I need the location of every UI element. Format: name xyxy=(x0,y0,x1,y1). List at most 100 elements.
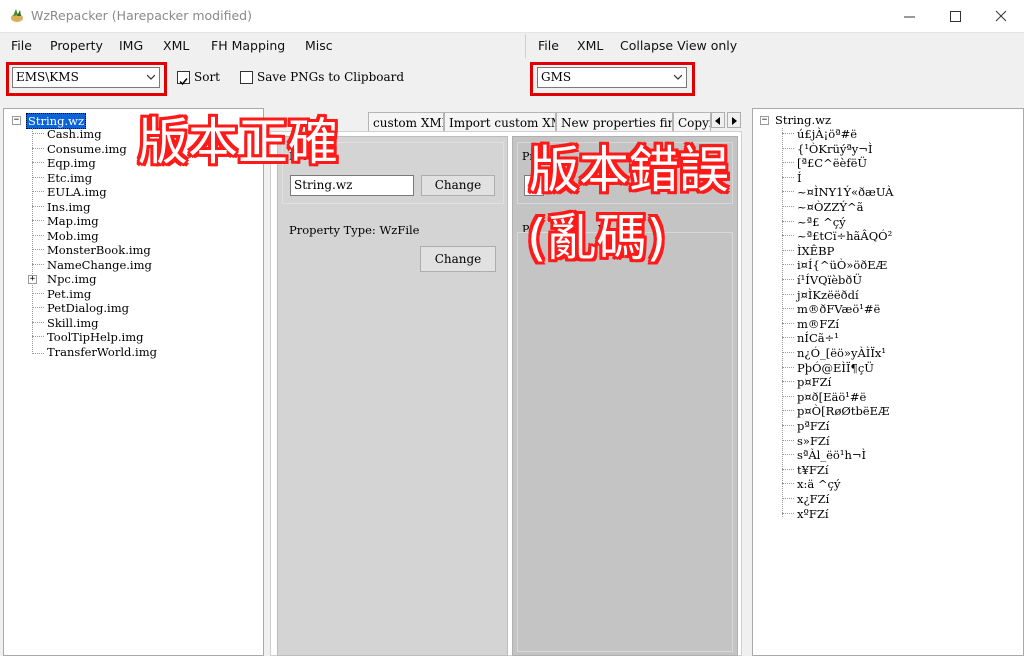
left-tree-item[interactable]: NameChange.img xyxy=(47,258,152,272)
close-button[interactable] xyxy=(978,0,1024,32)
right-tree-item[interactable]: p¤ð[Eäö¹#ë xyxy=(797,390,866,404)
tree-line xyxy=(782,396,794,397)
right-tree-item[interactable]: [ª£C^ëèfëÜ xyxy=(797,156,867,170)
change-type-button[interactable]: Change xyxy=(420,246,496,272)
tab-new-properties-finder[interactable]: New properties finder xyxy=(556,112,673,132)
left-tree-item[interactable]: Map.img xyxy=(47,214,99,228)
right-tree-item[interactable]: ÌXÊBP xyxy=(797,244,834,258)
menu-misc[interactable]: Misc xyxy=(305,38,333,53)
menu-fh-mapping[interactable]: FH Mapping xyxy=(211,38,285,53)
right-tree-item[interactable]: i¤Í{^üÒ»öðEÆ xyxy=(797,258,887,272)
minimize-button[interactable] xyxy=(886,0,932,32)
menu-right-file[interactable]: File xyxy=(538,38,559,53)
chevron-down-icon xyxy=(147,74,155,80)
left-version-select[interactable]: EMS\KMS xyxy=(12,67,160,88)
right-tree-item[interactable]: x¿FZí xyxy=(797,492,829,506)
left-tree-item[interactable]: Eqp.img xyxy=(47,156,96,170)
left-property-panel xyxy=(277,136,508,656)
right-version-value: GMS xyxy=(541,70,572,84)
right-tree-item[interactable]: xºFZí xyxy=(797,507,829,521)
collapse-icon[interactable]: − xyxy=(760,116,769,125)
tree-line xyxy=(782,191,794,192)
right-tree-item[interactable]: m®ðFVæö¹#ë xyxy=(797,302,880,316)
tree-line xyxy=(32,162,44,163)
tab-import-custom-xml[interactable]: Import custom XML xyxy=(444,112,556,132)
menu-xml[interactable]: XML xyxy=(163,38,189,53)
right-tree-item[interactable]: p¤FZí xyxy=(797,375,831,389)
tree-line xyxy=(782,367,794,368)
save-png-checkbox[interactable] xyxy=(240,71,253,84)
annotation-correct: 版本正確 xyxy=(138,113,338,171)
change-name-button[interactable]: Change xyxy=(421,175,495,196)
annotation-wrong: 版本錯誤 xyxy=(529,141,729,199)
menu-img[interactable]: IMG xyxy=(119,38,143,53)
menu-collapse-view[interactable]: Collapse View only xyxy=(620,38,737,53)
tree-line xyxy=(782,513,794,514)
tree-line xyxy=(782,264,794,265)
right-tree-item[interactable]: pªFZí xyxy=(797,419,829,433)
right-tree-root[interactable]: String.wz xyxy=(775,113,831,127)
tab-scroll-right[interactable] xyxy=(727,112,741,128)
menu-property[interactable]: Property xyxy=(50,38,103,53)
right-tree-item[interactable]: j¤ÌKzëëðdí xyxy=(797,288,859,302)
right-tree-panel[interactable]: − String.wz ú£jÀ¡öª#ë {¹ÒKrüýªy¬Ì [ª£C^ëèf… xyxy=(752,108,1024,656)
left-tree-item[interactable]: Cash.img xyxy=(47,127,102,141)
arrow-left-icon xyxy=(715,117,720,125)
sort-checkbox[interactable] xyxy=(177,71,190,86)
left-tree-item[interactable]: TransferWorld.img xyxy=(47,345,157,359)
left-tree-item[interactable]: Npc.img xyxy=(47,272,96,286)
tab-scroll-left[interactable] xyxy=(711,112,725,128)
left-tree-item[interactable]: PetDialog.img xyxy=(47,301,129,315)
right-tree-item[interactable]: x:ä ^çý xyxy=(797,477,840,491)
right-tree-item[interactable]: ú£jÀ¡öª#ë xyxy=(797,127,857,141)
left-menu-bar: File Property IMG XML FH Mapping Misc xyxy=(0,33,522,59)
right-tree-item[interactable]: PþÓ@EÌÏ¶çÜ xyxy=(797,361,874,375)
left-tree-item[interactable]: Consume.img xyxy=(47,142,127,156)
left-tree-item[interactable]: Ins.img xyxy=(47,200,90,214)
right-tree-item[interactable]: n¿Ó_[ëö»yÀÌÏx¹ xyxy=(797,346,886,360)
right-version-select[interactable]: GMS xyxy=(537,67,687,88)
left-tree-panel[interactable]: − String.wz Cash.img Consume.img Eqp.img… xyxy=(3,108,264,656)
tree-line xyxy=(32,148,44,149)
right-tree-item[interactable]: nÍCã÷¹ xyxy=(797,331,839,345)
left-tree-item[interactable]: EULA.img xyxy=(47,185,107,199)
right-tree-item[interactable]: p¤Ò[RøØtbëEÆ xyxy=(797,404,890,418)
collapse-icon[interactable]: − xyxy=(12,116,21,125)
left-tree-item[interactable]: Etc.img xyxy=(47,171,92,185)
tab-custom-xml[interactable]: custom XML xyxy=(368,112,444,132)
expand-icon[interactable]: + xyxy=(28,275,37,284)
right-tree-item[interactable]: sªÀl_ëö¹h¬Ì xyxy=(797,448,866,462)
menu-file[interactable]: File xyxy=(11,38,32,53)
tree-line xyxy=(32,264,44,265)
right-tree-item[interactable]: í¹ÍVQïèbðÜ xyxy=(797,273,862,287)
left-tree-item[interactable]: ToolTipHelp.img xyxy=(47,330,144,344)
maximize-icon xyxy=(949,10,961,22)
right-menu-bar: File XML Collapse View only xyxy=(530,33,1024,59)
tree-line xyxy=(782,352,794,353)
left-tree-item[interactable]: Mob.img xyxy=(47,229,99,243)
maximize-button[interactable] xyxy=(932,0,978,32)
right-tree-item[interactable]: t¥FZí xyxy=(797,463,829,477)
right-tree-item[interactable]: ~ª£ ^çý xyxy=(797,215,846,229)
right-tree-item[interactable]: Í xyxy=(797,171,802,185)
tree-line xyxy=(32,206,44,207)
right-tree-item[interactable]: ~ª£tCï÷hãÂQÓ² xyxy=(797,229,892,243)
tree-line xyxy=(782,410,794,411)
tree-line xyxy=(782,425,794,426)
tab-copy[interactable]: Copyi xyxy=(673,112,711,132)
right-tree-item[interactable]: {¹ÒKrüýªy¬Ì xyxy=(797,142,873,156)
tree-line xyxy=(32,177,44,178)
left-tree-item[interactable]: MonsterBook.img xyxy=(47,243,151,257)
left-tree-item[interactable]: Skill.img xyxy=(47,316,98,330)
property-type-label: Property Type: WzFile xyxy=(289,223,420,237)
name-input[interactable]: String.wz xyxy=(290,175,414,196)
left-version-value: EMS\KMS xyxy=(16,70,79,84)
right-tree-item[interactable]: m®FZí xyxy=(797,317,839,331)
chevron-down-icon xyxy=(674,74,682,80)
left-tree-item[interactable]: Pet.img xyxy=(47,287,91,301)
right-tree-item[interactable]: ~¤ÒZZÝ^ã xyxy=(797,200,863,214)
tree-line xyxy=(32,249,44,250)
right-tree-item[interactable]: ~¤ÌNY1Ý«ðæUÀ xyxy=(797,185,893,199)
menu-right-xml[interactable]: XML xyxy=(577,38,603,53)
right-tree-item[interactable]: s»FZí xyxy=(797,434,830,448)
